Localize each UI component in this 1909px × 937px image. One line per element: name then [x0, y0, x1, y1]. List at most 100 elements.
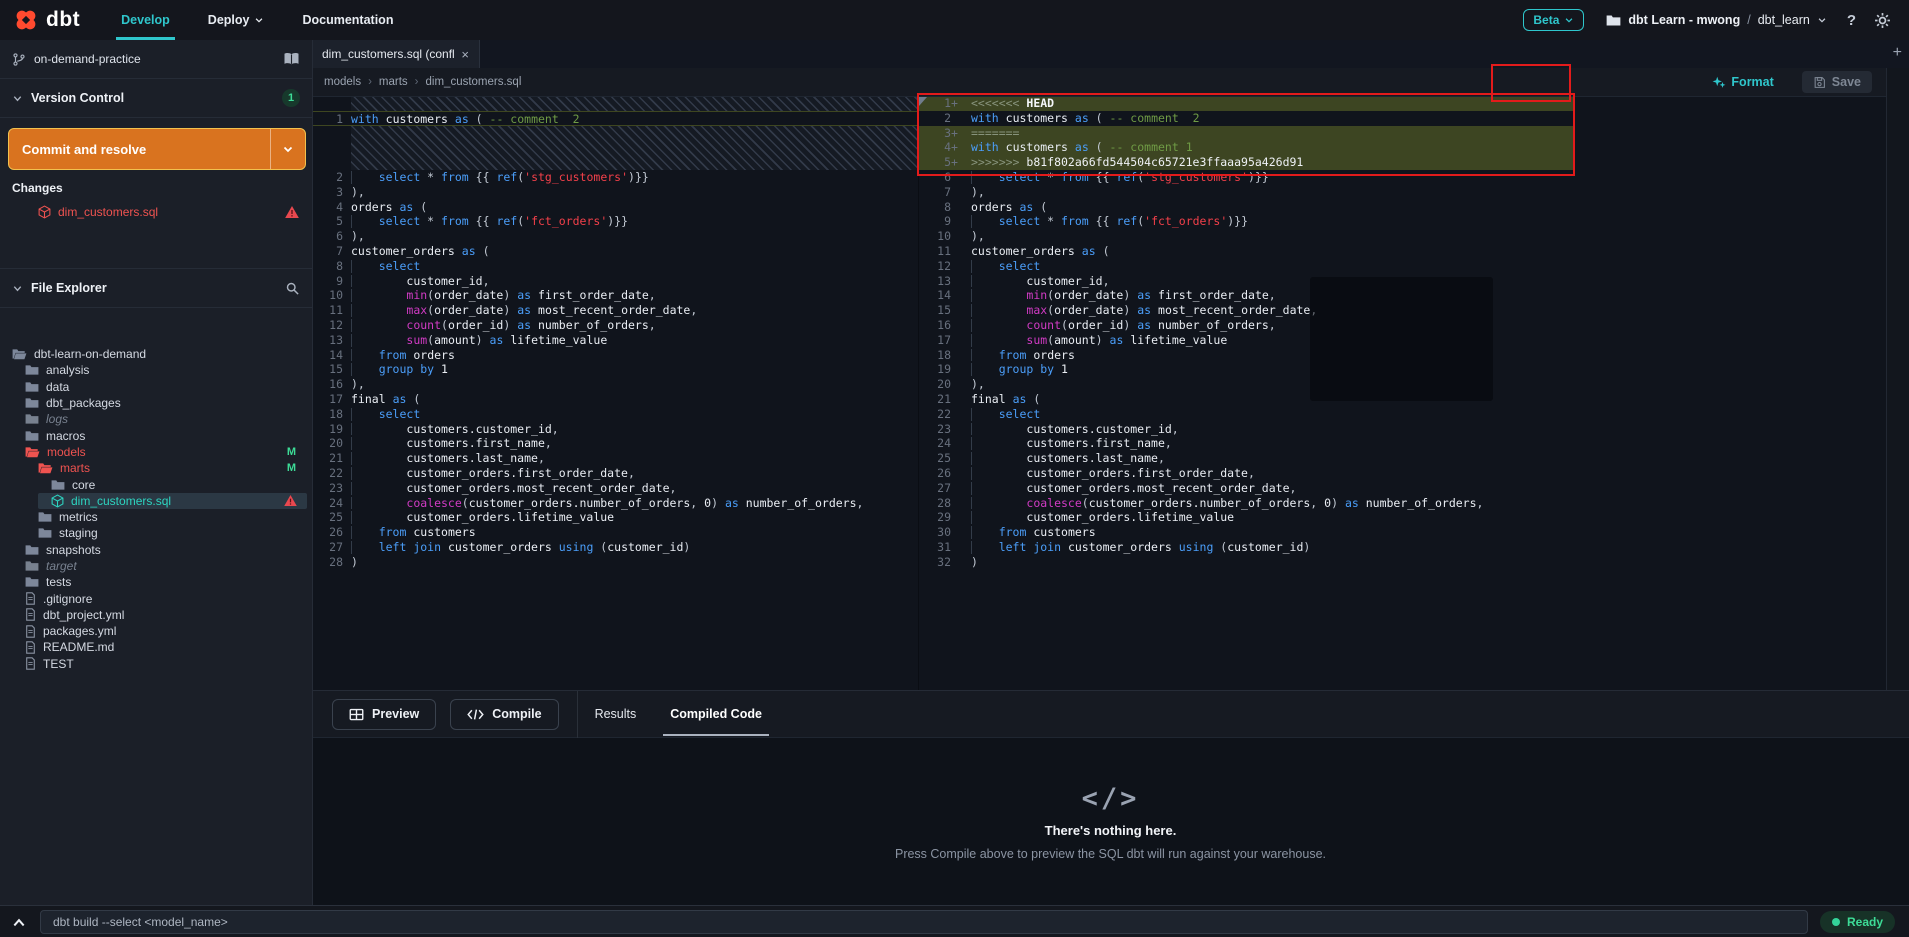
- code-line[interactable]: 27 left join customer_orders using (cust…: [312, 540, 918, 555]
- tree-item-test[interactable]: TEST: [0, 656, 312, 672]
- code-line[interactable]: 25 customer_orders.lifetime_value: [312, 510, 918, 525]
- nav-documentation[interactable]: Documentation: [283, 0, 412, 40]
- nav-deploy[interactable]: Deploy: [189, 0, 284, 40]
- code-line[interactable]: 15 max(order_date) as most_recent_order_…: [919, 303, 1886, 318]
- code-line[interactable]: 17final as (: [312, 392, 918, 407]
- code-line[interactable]: 28): [312, 555, 918, 570]
- tree-item-dbt-project-yml[interactable]: dbt_project.yml: [0, 607, 312, 623]
- code-line[interactable]: 24 coalesce(customer_orders.number_of_or…: [312, 496, 918, 511]
- tree-item-core[interactable]: core: [0, 476, 312, 492]
- code-line[interactable]: 18 from orders: [919, 348, 1886, 363]
- code-line[interactable]: 20 customers.first_name,: [312, 436, 918, 451]
- code-line[interactable]: 26 from customers: [312, 525, 918, 540]
- code-line[interactable]: 19 customers.customer_id,: [312, 422, 918, 437]
- code-line[interactable]: 21final as (: [919, 392, 1886, 407]
- tree-item-target[interactable]: target: [0, 558, 312, 574]
- chevron-up-icon[interactable]: [12, 917, 26, 928]
- code-line[interactable]: 8orders as (: [919, 200, 1886, 215]
- tree-item-analysis[interactable]: analysis: [0, 362, 312, 378]
- code-line[interactable]: 2 select * from {{ ref('stg_customers')}…: [312, 170, 918, 185]
- tree-item-snapshots[interactable]: snapshots: [0, 542, 312, 558]
- code-line[interactable]: 27 customer_orders.most_recent_order_dat…: [919, 481, 1886, 496]
- tree-item-tests[interactable]: tests: [0, 574, 312, 590]
- code-line[interactable]: 5 select * from {{ ref('fct_orders')}}: [312, 214, 918, 229]
- commit-dropdown-toggle[interactable]: [270, 129, 305, 169]
- beta-dropdown[interactable]: Beta: [1523, 9, 1584, 31]
- tree-item-metrics[interactable]: metrics: [0, 509, 312, 525]
- code-line[interactable]: 22 select: [919, 407, 1886, 422]
- code-line[interactable]: 25 customers.last_name,: [919, 451, 1886, 466]
- tree-item-models[interactable]: modelsM: [0, 444, 312, 460]
- code-line[interactable]: 2with customers as ( -- comment 2: [919, 111, 1886, 126]
- code-line[interactable]: 29 customer_orders.lifetime_value: [919, 510, 1886, 525]
- code-line[interactable]: 1with customers as ( -- comment 2: [312, 111, 918, 126]
- changed-file-row[interactable]: dim_customers.sql: [0, 202, 312, 222]
- file-explorer-header[interactable]: File Explorer: [0, 268, 312, 308]
- code-line[interactable]: 16),: [312, 377, 918, 392]
- code-line[interactable]: 18 select: [312, 407, 918, 422]
- code-line[interactable]: 9 select * from {{ ref('fct_orders')}}: [919, 214, 1886, 229]
- tab-results[interactable]: Results: [578, 691, 654, 738]
- tree-item-macros[interactable]: macros: [0, 427, 312, 443]
- tab-compiled-code[interactable]: Compiled Code: [653, 691, 779, 738]
- code-line[interactable]: 28 coalesce(customer_orders.number_of_or…: [919, 496, 1886, 511]
- code-line[interactable]: 13 sum(amount) as lifetime_value: [312, 333, 918, 348]
- code-line[interactable]: 11 max(order_date) as most_recent_order_…: [312, 303, 918, 318]
- save-button[interactable]: Save: [1802, 71, 1872, 93]
- code-line[interactable]: 23 customers.customer_id,: [919, 422, 1886, 437]
- code-line[interactable]: 12 select: [919, 259, 1886, 274]
- tab-dim-customers[interactable]: dim_customers.sql (confli... ×: [312, 40, 480, 68]
- code-line[interactable]: 22 customer_orders.first_order_date,: [312, 466, 918, 481]
- code-line[interactable]: 4orders as (: [312, 200, 918, 215]
- code-line[interactable]: 11customer_orders as (: [919, 244, 1886, 259]
- code-line[interactable]: 23 customer_orders.most_recent_order_dat…: [312, 481, 918, 496]
- tree-item-data[interactable]: data: [0, 379, 312, 395]
- tree-item-staging[interactable]: staging: [0, 525, 312, 541]
- code-line[interactable]: 31 left join customer_orders using (cust…: [919, 540, 1886, 555]
- code-line[interactable]: 8 select: [312, 259, 918, 274]
- tree-item-logs[interactable]: logs: [0, 411, 312, 427]
- code-line[interactable]: 3+=======: [919, 126, 1573, 141]
- search-icon[interactable]: [285, 281, 300, 296]
- code-line[interactable]: 13 customer_id,: [919, 274, 1886, 289]
- diff-pane-current[interactable]: 1with customers as ( -- comment 2 2 selec…: [312, 96, 918, 690]
- help-icon[interactable]: ?: [1847, 12, 1856, 29]
- code-line[interactable]: 32): [919, 555, 1886, 570]
- code-line[interactable]: 1+<<<<<<< HEAD: [919, 96, 1573, 111]
- project-selector[interactable]: dbt Learn - mwong / dbt_learn: [1606, 13, 1826, 27]
- code-line[interactable]: 5+>>>>>>> b81f802a66fd544504c65721e3ffaa…: [919, 155, 1573, 170]
- code-line[interactable]: 14 from orders: [312, 348, 918, 363]
- command-input[interactable]: [40, 910, 1808, 934]
- code-line[interactable]: 3),: [312, 185, 918, 200]
- code-line[interactable]: 20),: [919, 377, 1886, 392]
- compile-button[interactable]: Compile: [450, 699, 558, 730]
- tree-item-packages-yml[interactable]: packages.yml: [0, 623, 312, 639]
- nav-develop[interactable]: Develop: [102, 0, 189, 40]
- code-line[interactable]: 6 select * from {{ ref('stg_customers')}…: [919, 170, 1886, 185]
- branch-row[interactable]: on-demand-practice: [0, 40, 312, 79]
- gear-icon[interactable]: [1874, 12, 1891, 29]
- code-line[interactable]: 30 from customers: [919, 525, 1886, 540]
- tree-item-dbt-packages[interactable]: dbt_packages: [0, 395, 312, 411]
- docs-book-icon[interactable]: [283, 52, 300, 66]
- preview-button[interactable]: Preview: [332, 699, 436, 730]
- code-line[interactable]: 7),: [919, 185, 1886, 200]
- code-line[interactable]: 4+with customers as ( -- comment 1: [919, 140, 1573, 155]
- commit-and-resolve-button[interactable]: Commit and resolve: [8, 128, 306, 170]
- code-line[interactable]: 10 min(order_date) as first_order_date,: [312, 288, 918, 303]
- code-line[interactable]: 6),: [312, 229, 918, 244]
- code-line[interactable]: 9 customer_id,: [312, 274, 918, 289]
- code-line[interactable]: 26 customer_orders.first_order_date,: [919, 466, 1886, 481]
- code-line[interactable]: 17 sum(amount) as lifetime_value: [919, 333, 1886, 348]
- code-line[interactable]: 14 min(order_date) as first_order_date,: [919, 288, 1886, 303]
- code-line[interactable]: 24 customers.first_name,: [919, 436, 1886, 451]
- code-line[interactable]: 12 count(order_id) as number_of_orders,: [312, 318, 918, 333]
- format-button[interactable]: Format: [1712, 75, 1773, 89]
- new-tab-icon[interactable]: +: [1893, 44, 1902, 62]
- version-control-header[interactable]: Version Control 1: [0, 79, 312, 118]
- tree-item-marts[interactable]: martsM: [0, 460, 312, 476]
- code-line[interactable]: 15 group by 1: [312, 362, 918, 377]
- merge-diff-editor[interactable]: 1with customers as ( -- comment 2 2 selec…: [312, 96, 1886, 690]
- tree-item-dim-customers-sql[interactable]: dim_customers.sql: [38, 493, 307, 509]
- code-line[interactable]: 21 customers.last_name,: [312, 451, 918, 466]
